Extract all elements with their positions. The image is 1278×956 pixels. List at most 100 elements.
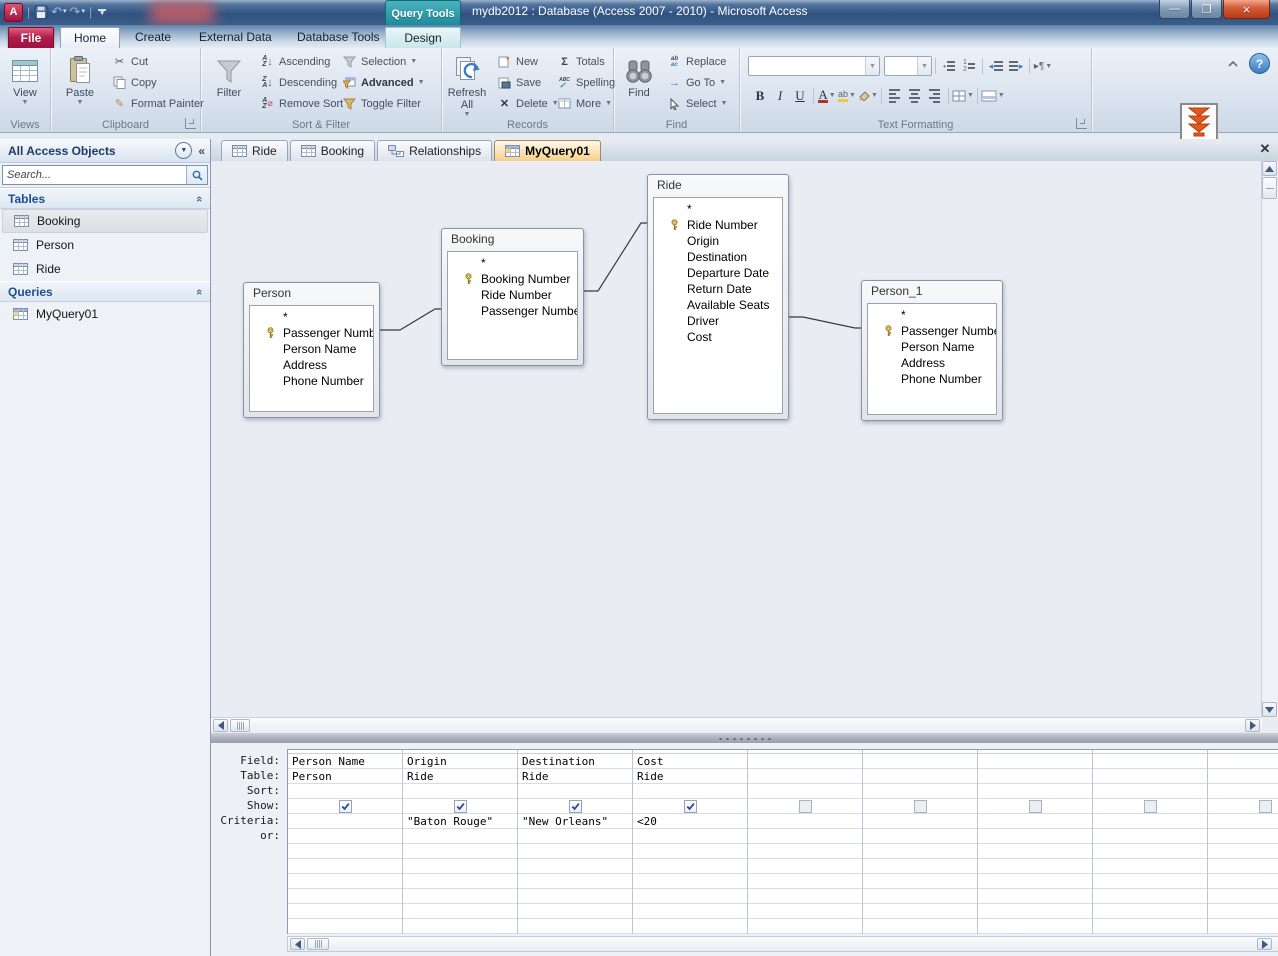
undo-button[interactable]: ↶▾ (51, 2, 66, 22)
grid-table-cell[interactable] (748, 769, 862, 784)
select-button[interactable]: Select▼ (664, 93, 731, 114)
more-button[interactable]: More▼ (554, 93, 618, 114)
ascending-button[interactable]: AZ↓Ascending (257, 51, 346, 72)
grid-empty-cell[interactable] (518, 919, 632, 934)
design-horizontal-scrollbar[interactable] (211, 717, 1262, 733)
grid-show-cell[interactable] (403, 799, 517, 814)
minimize-ribbon-button[interactable] (1225, 57, 1241, 71)
grid-empty-cell[interactable] (978, 874, 1092, 889)
field-item[interactable]: Driver (654, 313, 782, 329)
customize-qat-button[interactable]: ▾ (98, 9, 106, 16)
join-line[interactable] (789, 317, 861, 328)
grid-empty-cell[interactable] (1093, 919, 1207, 934)
font-name-combo[interactable]: ▼ (748, 56, 880, 76)
alternate-row-color-button[interactable]: ▼ (981, 86, 1005, 105)
grid-criteria-cell[interactable] (748, 814, 862, 829)
scroll-right-button[interactable] (1245, 719, 1260, 732)
show-checkbox[interactable] (339, 800, 352, 813)
scroll-right-button[interactable] (1257, 938, 1272, 950)
grid-empty-cell[interactable] (403, 919, 517, 934)
grid-empty-cell[interactable] (748, 889, 862, 904)
scroll-left-button[interactable] (290, 938, 305, 950)
field-item[interactable]: Cost (654, 329, 782, 345)
grid-horizontal-scrollbar[interactable] (287, 936, 1278, 952)
grid-empty-cell[interactable] (978, 919, 1092, 934)
close-document-icon[interactable]: ✕ (1258, 142, 1272, 156)
grid-empty-cell[interactable] (288, 844, 402, 859)
bold-button[interactable]: B (750, 86, 770, 105)
grid-criteria-cell[interactable] (978, 814, 1092, 829)
grid-or-cell[interactable] (863, 829, 977, 844)
cut-button[interactable]: ✂Cut (109, 51, 207, 72)
grid-sort-cell[interactable] (1208, 784, 1278, 799)
gridlines-button[interactable]: ▼ (952, 86, 974, 105)
doc-tab-ride[interactable]: Ride (221, 140, 288, 161)
nav-item-ride[interactable]: Ride (2, 257, 208, 281)
clipboard-dialog-launcher[interactable] (185, 118, 196, 129)
grid-criteria-cell[interactable] (1093, 814, 1207, 829)
grid-empty-cell[interactable] (633, 919, 747, 934)
remove-sort-button[interactable]: AZ⌀Remove Sort (257, 93, 346, 114)
grid-empty-cell[interactable] (518, 859, 632, 874)
field-list-person_1[interactable]: Person_1*Passenger NumberPerson NameAddr… (861, 280, 1003, 421)
grid-empty-cell[interactable] (633, 859, 747, 874)
grid-show-cell[interactable] (863, 799, 977, 814)
show-checkbox[interactable] (1029, 800, 1042, 813)
nav-pane-header[interactable]: All Access Objects ▼ « (0, 139, 210, 163)
scroll-down-button[interactable] (1262, 702, 1277, 717)
grid-table-cell[interactable]: Ride (633, 769, 747, 784)
grid-empty-cell[interactable] (633, 874, 747, 889)
grid-empty-cell[interactable] (1208, 874, 1278, 889)
grid-empty-cell[interactable] (288, 874, 402, 889)
grid-field-cell[interactable] (748, 754, 862, 769)
doc-tab-myquery01[interactable]: MyQuery01 (494, 140, 601, 161)
grid-show-cell[interactable] (288, 799, 402, 814)
show-checkbox[interactable] (454, 800, 467, 813)
close-button[interactable]: × (1223, 0, 1270, 19)
grid-field-cell[interactable] (978, 754, 1092, 769)
background-color-button[interactable]: ▼ (857, 86, 878, 105)
grid-or-cell[interactable] (978, 829, 1092, 844)
horizontal-scroll-thumb[interactable] (230, 719, 250, 732)
grid-empty-cell[interactable] (1093, 889, 1207, 904)
grid-criteria-cell[interactable] (1208, 814, 1278, 829)
field-item[interactable]: Phone Number (868, 371, 996, 387)
grid-empty-cell[interactable] (863, 904, 977, 919)
grid-empty-cell[interactable] (403, 889, 517, 904)
grid-sort-cell[interactable] (403, 784, 517, 799)
shutter-bar-close-icon[interactable]: « (198, 144, 205, 158)
grid-empty-cell[interactable] (748, 844, 862, 859)
field-list-title[interactable]: Booking (442, 229, 583, 249)
field-item-all[interactable]: * (868, 307, 996, 323)
save-record-button[interactable]: Save (494, 72, 562, 93)
grid-show-cell[interactable] (1208, 799, 1278, 814)
help-button[interactable]: ? (1249, 53, 1270, 74)
nav-menu-icon[interactable]: ▼ (175, 142, 192, 159)
grid-field-cell[interactable] (1208, 754, 1278, 769)
align-center-button[interactable] (905, 86, 925, 105)
horizontal-scroll-thumb[interactable] (307, 938, 329, 950)
grid-sort-cell[interactable] (288, 784, 402, 799)
grid-empty-cell[interactable] (1208, 919, 1278, 934)
replace-button[interactable]: abacReplace (664, 51, 731, 72)
font-color-button[interactable]: A▼ (817, 86, 837, 105)
field-item[interactable]: Address (868, 355, 996, 371)
show-checkbox[interactable] (1259, 800, 1272, 813)
nav-item-booking[interactable]: Booking (2, 209, 208, 233)
scroll-up-button[interactable] (1262, 161, 1277, 176)
text-formatting-dialog-launcher[interactable] (1076, 118, 1087, 129)
field-item[interactable]: Person Name (250, 341, 373, 357)
grid-empty-cell[interactable] (978, 904, 1092, 919)
grid-sort-cell[interactable] (518, 784, 632, 799)
grid-empty-cell[interactable] (1093, 904, 1207, 919)
new-record-button[interactable]: *New (494, 51, 562, 72)
tab-home[interactable]: Home (60, 27, 120, 49)
grid-table-cell[interactable]: Ride (403, 769, 517, 784)
join-line[interactable] (380, 309, 441, 330)
grid-empty-cell[interactable] (1093, 844, 1207, 859)
field-item[interactable]: Available Seats (654, 297, 782, 313)
grid-empty-cell[interactable] (1208, 859, 1278, 874)
doc-tab-booking[interactable]: Booking (290, 140, 375, 161)
grid-sort-cell[interactable] (863, 784, 977, 799)
grid-criteria-cell[interactable] (288, 814, 402, 829)
